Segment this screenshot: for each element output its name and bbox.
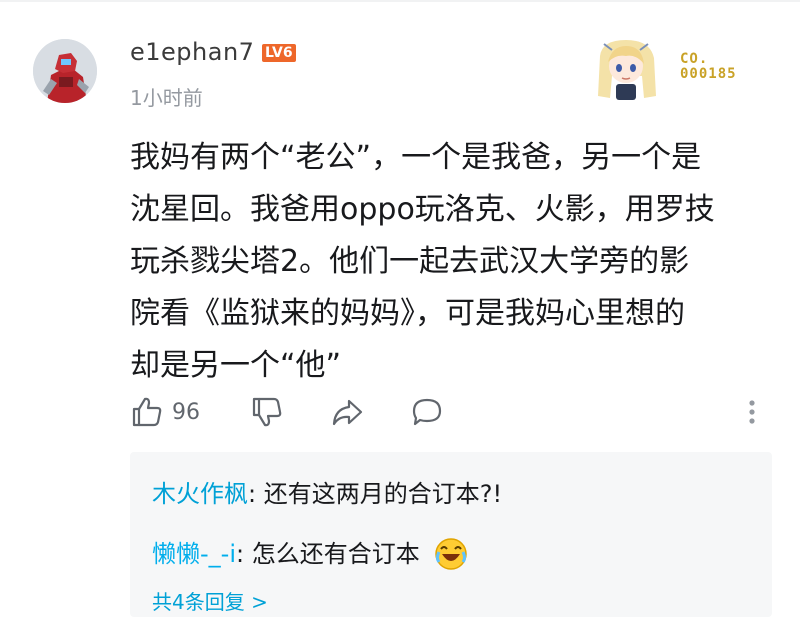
reply-author[interactable]: 懒懒-_-i bbox=[152, 540, 236, 568]
share-button[interactable] bbox=[330, 392, 364, 432]
comment-line: 却是另一个“他” bbox=[130, 348, 342, 383]
view-more-replies-link[interactable]: 共4条回复 > bbox=[152, 586, 268, 615]
avatar[interactable] bbox=[33, 39, 97, 103]
timestamp: 1小时前 bbox=[130, 86, 203, 110]
reply-item[interactable]: 懒懒-_-i: 怎么还有合订本 bbox=[152, 534, 469, 572]
fan-decoration-image[interactable] bbox=[592, 36, 662, 104]
comment-text: 我妈有两个“老公”，一个是我爸，另一个是 沈星回。我爸用oppo玩洛克、火影，用… bbox=[130, 132, 770, 392]
like-count: 96 bbox=[172, 399, 200, 425]
fan-number-label: CO. bbox=[680, 51, 709, 67]
like-icon bbox=[132, 397, 162, 427]
fan-number: CO. 000185 bbox=[680, 52, 737, 82]
reply-text: : 还有这两月的合订本?! bbox=[248, 480, 503, 508]
like-button[interactable]: 96 bbox=[130, 392, 200, 432]
reply-text: : 怎么还有合订本 bbox=[236, 540, 420, 568]
top-divider bbox=[0, 0, 800, 2]
reply-button[interactable] bbox=[410, 392, 444, 432]
level-badge: LV6 bbox=[262, 44, 296, 62]
avatar-robot-image bbox=[33, 39, 97, 103]
more-vertical-icon bbox=[749, 400, 755, 424]
dislike-button[interactable] bbox=[250, 392, 284, 432]
comment-line: 玩杀戮尖塔2。他们一起去武汉大学旁的影 bbox=[130, 244, 690, 279]
fan-number-value: 000185 bbox=[680, 66, 737, 82]
reply-preview-box: 木火作枫: 还有这两月的合订本?! 懒懒-_-i: 怎么还有合订本 共4条回复 … bbox=[130, 452, 772, 617]
laughing-emoji-icon bbox=[435, 538, 468, 570]
comment-line: 沈星回。我爸用oppo玩洛克、火影，用罗技 bbox=[130, 192, 715, 227]
comment-actions: 96 bbox=[130, 392, 770, 432]
comment-line: 院看《监狱来的妈妈》，可是我妈心里想的 bbox=[130, 296, 685, 331]
reply-item[interactable]: 木火作枫: 还有这两月的合订本?! bbox=[152, 474, 502, 509]
comment-line: 我妈有两个“老公”，一个是我爸，另一个是 bbox=[130, 140, 702, 175]
reply-author[interactable]: 木火作枫 bbox=[152, 480, 248, 508]
reply-icon bbox=[412, 398, 442, 426]
username[interactable]: e1ephan7 bbox=[130, 38, 254, 66]
share-icon bbox=[332, 399, 363, 426]
more-options-button[interactable] bbox=[742, 392, 762, 432]
dislike-icon bbox=[252, 397, 282, 427]
